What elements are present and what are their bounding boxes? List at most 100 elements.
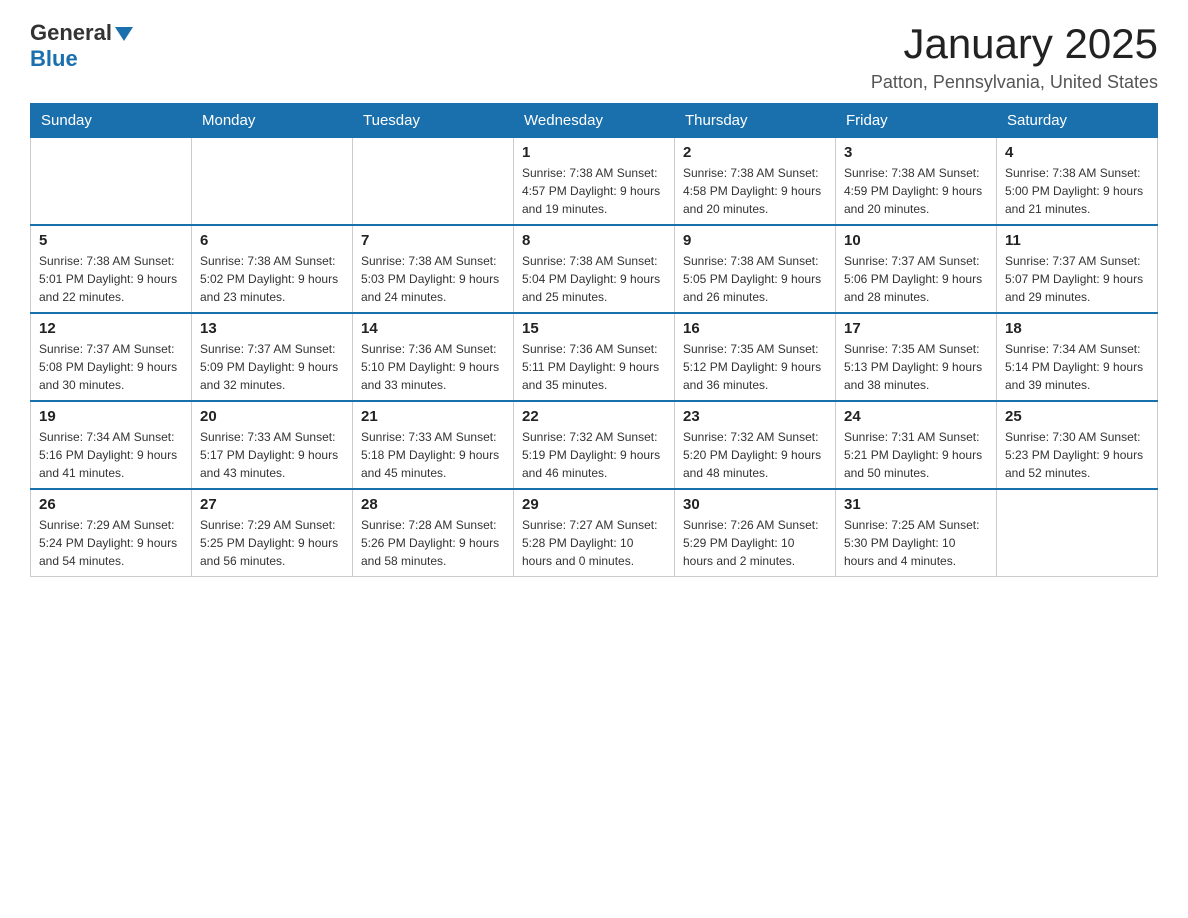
calendar-cell: 9 Sunrise: 7:38 AM Sunset: 5:05 PM Daylig… (675, 225, 836, 313)
calendar-cell: 5 Sunrise: 7:38 AM Sunset: 5:01 PM Daylig… (31, 225, 192, 313)
day-number: 9 (683, 232, 827, 249)
calendar-cell: 19 Sunrise: 7:34 AM Sunset: 5:16 PM Dayli… (31, 401, 192, 489)
day-info: Sunrise: 7:33 AM Sunset: 5:18 PM Dayligh… (361, 428, 505, 482)
calendar-cell (997, 489, 1158, 577)
calendar-cell: 22Sunrise: 7:32 AM Sunset: 5:19 PM Dayli… (514, 401, 675, 489)
day-number: 10 (844, 232, 988, 249)
day-number: 23 (683, 408, 827, 425)
calendar-cell: 17 Sunrise: 7:35 AM Sunset: 5:13 PM Dayli… (836, 313, 997, 401)
calendar-cell: 28 Sunrise: 7:28 AM Sunset: 5:26 PM Dayli… (353, 489, 514, 577)
day-info: Sunrise: 7:28 AM Sunset: 5:26 PM Dayligh… (361, 516, 505, 570)
calendar-cell (31, 138, 192, 226)
day-info: Sunrise: 7:25 AM Sunset: 5:30 PM Dayligh… (844, 516, 988, 570)
day-info: Sunrise: 7:35 AM Sunset: 5:13 PM Dayligh… (844, 340, 988, 394)
header-thursday: Thursday (675, 104, 836, 138)
day-info: Sunrise: 7:26 AM Sunset: 5:29 PM Dayligh… (683, 516, 827, 570)
day-info: Sunrise: 7:38 AM Sunset: 5:01 PM Dayligh… (39, 252, 183, 306)
week-row-2: 12 Sunrise: 7:37 AM Sunset: 5:08 PM Dayli… (31, 313, 1158, 401)
day-info: Sunrise: 7:38 AM Sunset: 5:03 PM Dayligh… (361, 252, 505, 306)
day-info: Sunrise: 7:38 AM Sunset: 4:59 PM Dayligh… (844, 164, 988, 218)
day-info: Sunrise: 7:37 AM Sunset: 5:06 PM Dayligh… (844, 252, 988, 306)
day-info: Sunrise: 7:33 AM Sunset: 5:17 PM Dayligh… (200, 428, 344, 482)
calendar-cell: 23 Sunrise: 7:32 AM Sunset: 5:20 PM Dayli… (675, 401, 836, 489)
day-number: 8 (522, 232, 666, 249)
day-info: Sunrise: 7:32 AM Sunset: 5:19 PM Dayligh… (522, 428, 666, 482)
calendar-cell: 3Sunrise: 7:38 AM Sunset: 4:59 PM Daylig… (836, 138, 997, 226)
header-monday: Monday (192, 104, 353, 138)
day-number: 1 (522, 144, 666, 161)
day-number: 27 (200, 496, 344, 513)
logo-triangle-icon (115, 27, 133, 41)
day-number: 26 (39, 496, 183, 513)
day-number: 15 (522, 320, 666, 337)
week-row-4: 26 Sunrise: 7:29 AM Sunset: 5:24 PM Dayli… (31, 489, 1158, 577)
day-info: Sunrise: 7:27 AM Sunset: 5:28 PM Dayligh… (522, 516, 666, 570)
day-number: 29 (522, 496, 666, 513)
calendar-cell: 18 Sunrise: 7:34 AM Sunset: 5:14 PM Dayli… (997, 313, 1158, 401)
day-number: 11 (1005, 232, 1149, 249)
logo-blue-text: Blue (30, 46, 78, 72)
day-number: 5 (39, 232, 183, 249)
day-info: Sunrise: 7:35 AM Sunset: 5:12 PM Dayligh… (683, 340, 827, 394)
day-number: 7 (361, 232, 505, 249)
day-info: Sunrise: 7:38 AM Sunset: 5:02 PM Dayligh… (200, 252, 344, 306)
calendar-cell (353, 138, 514, 226)
day-info: Sunrise: 7:31 AM Sunset: 5:21 PM Dayligh… (844, 428, 988, 482)
day-info: Sunrise: 7:36 AM Sunset: 5:11 PM Dayligh… (522, 340, 666, 394)
week-row-1: 5 Sunrise: 7:38 AM Sunset: 5:01 PM Daylig… (31, 225, 1158, 313)
day-number: 21 (361, 408, 505, 425)
day-number: 16 (683, 320, 827, 337)
calendar-cell: 24 Sunrise: 7:31 AM Sunset: 5:21 PM Dayli… (836, 401, 997, 489)
day-info: Sunrise: 7:29 AM Sunset: 5:25 PM Dayligh… (200, 516, 344, 570)
calendar-cell: 25Sunrise: 7:30 AM Sunset: 5:23 PM Dayli… (997, 401, 1158, 489)
day-number: 17 (844, 320, 988, 337)
day-info: Sunrise: 7:37 AM Sunset: 5:07 PM Dayligh… (1005, 252, 1149, 306)
day-number: 12 (39, 320, 183, 337)
calendar-cell: 6Sunrise: 7:38 AM Sunset: 5:02 PM Daylig… (192, 225, 353, 313)
week-row-0: 1 Sunrise: 7:38 AM Sunset: 4:57 PM Daylig… (31, 138, 1158, 226)
day-info: Sunrise: 7:38 AM Sunset: 5:04 PM Dayligh… (522, 252, 666, 306)
page-header: General Blue January 2025 Patton, Pennsy… (30, 20, 1158, 93)
logo-general-text: General (30, 20, 112, 46)
calendar-subtitle: Patton, Pennsylvania, United States (871, 72, 1158, 93)
day-info: Sunrise: 7:32 AM Sunset: 5:20 PM Dayligh… (683, 428, 827, 482)
calendar-cell: 15 Sunrise: 7:36 AM Sunset: 5:11 PM Dayli… (514, 313, 675, 401)
day-number: 28 (361, 496, 505, 513)
calendar-cell: 21 Sunrise: 7:33 AM Sunset: 5:18 PM Dayli… (353, 401, 514, 489)
day-info: Sunrise: 7:29 AM Sunset: 5:24 PM Dayligh… (39, 516, 183, 570)
calendar-cell: 31 Sunrise: 7:25 AM Sunset: 5:30 PM Dayli… (836, 489, 997, 577)
day-number: 31 (844, 496, 988, 513)
day-info: Sunrise: 7:38 AM Sunset: 4:58 PM Dayligh… (683, 164, 827, 218)
day-info: Sunrise: 7:34 AM Sunset: 5:14 PM Dayligh… (1005, 340, 1149, 394)
calendar-cell: 12 Sunrise: 7:37 AM Sunset: 5:08 PM Dayli… (31, 313, 192, 401)
week-row-3: 19 Sunrise: 7:34 AM Sunset: 5:16 PM Dayli… (31, 401, 1158, 489)
calendar-title: January 2025 (871, 20, 1158, 68)
calendar-cell: 27 Sunrise: 7:29 AM Sunset: 5:25 PM Dayli… (192, 489, 353, 577)
calendar-cell: 26 Sunrise: 7:29 AM Sunset: 5:24 PM Dayli… (31, 489, 192, 577)
calendar-cell: 16 Sunrise: 7:35 AM Sunset: 5:12 PM Dayli… (675, 313, 836, 401)
day-number: 24 (844, 408, 988, 425)
calendar-cell: 11 Sunrise: 7:37 AM Sunset: 5:07 PM Dayli… (997, 225, 1158, 313)
calendar-cell: 20Sunrise: 7:33 AM Sunset: 5:17 PM Dayli… (192, 401, 353, 489)
day-info: Sunrise: 7:37 AM Sunset: 5:08 PM Dayligh… (39, 340, 183, 394)
logo: General Blue (30, 20, 133, 72)
calendar-cell: 7 Sunrise: 7:38 AM Sunset: 5:03 PM Daylig… (353, 225, 514, 313)
day-number: 14 (361, 320, 505, 337)
day-info: Sunrise: 7:38 AM Sunset: 4:57 PM Dayligh… (522, 164, 666, 218)
calendar-cell: 14 Sunrise: 7:36 AM Sunset: 5:10 PM Dayli… (353, 313, 514, 401)
day-info: Sunrise: 7:38 AM Sunset: 5:05 PM Dayligh… (683, 252, 827, 306)
calendar-cell (192, 138, 353, 226)
day-info: Sunrise: 7:36 AM Sunset: 5:10 PM Dayligh… (361, 340, 505, 394)
day-number: 19 (39, 408, 183, 425)
calendar-cell: 2Sunrise: 7:38 AM Sunset: 4:58 PM Daylig… (675, 138, 836, 226)
day-info: Sunrise: 7:30 AM Sunset: 5:23 PM Dayligh… (1005, 428, 1149, 482)
day-number: 13 (200, 320, 344, 337)
calendar-cell: 10 Sunrise: 7:37 AM Sunset: 5:06 PM Dayli… (836, 225, 997, 313)
header-tuesday: Tuesday (353, 104, 514, 138)
day-number: 18 (1005, 320, 1149, 337)
day-number: 30 (683, 496, 827, 513)
calendar-cell: 8 Sunrise: 7:38 AM Sunset: 5:04 PM Daylig… (514, 225, 675, 313)
day-info: Sunrise: 7:34 AM Sunset: 5:16 PM Dayligh… (39, 428, 183, 482)
calendar-cell: 4Sunrise: 7:38 AM Sunset: 5:00 PM Daylig… (997, 138, 1158, 226)
header-sunday: Sunday (31, 104, 192, 138)
